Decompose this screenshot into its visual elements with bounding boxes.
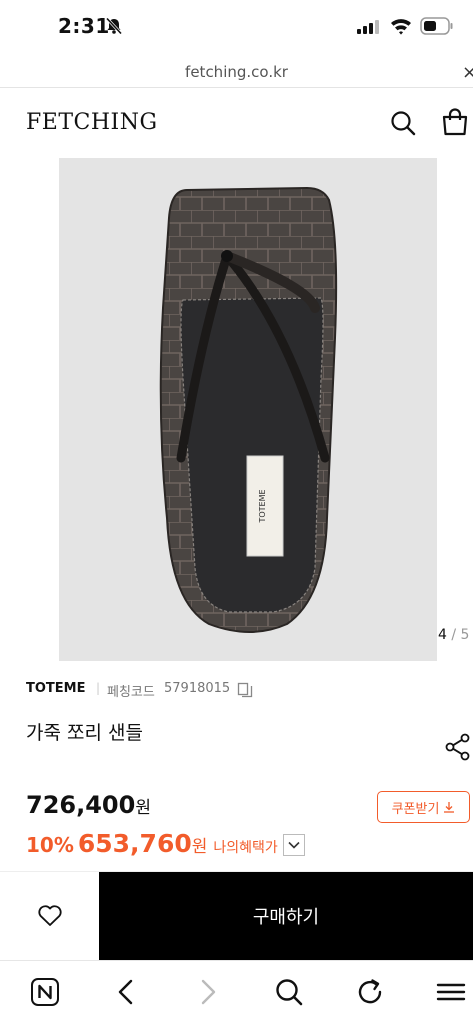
status-bar: 2:31 bbox=[0, 0, 473, 56]
cellular-signal-icon bbox=[357, 20, 379, 34]
chevron-down-icon bbox=[288, 841, 300, 849]
buy-button[interactable]: 구매하기 bbox=[99, 872, 473, 960]
search-icon[interactable] bbox=[390, 110, 416, 136]
sandal-illustration: TOTEME bbox=[159, 186, 338, 633]
image-counter-separator: / bbox=[446, 627, 461, 643]
url-text[interactable]: fetching.co.kr bbox=[0, 63, 473, 81]
product-code-value: 57918015 bbox=[164, 681, 231, 696]
original-price: 726,400원 bbox=[26, 791, 151, 819]
original-price-unit: 원 bbox=[135, 798, 151, 818]
bell-muted-icon bbox=[105, 17, 123, 35]
image-counter-current: 4 bbox=[438, 627, 447, 643]
coupon-button[interactable]: 쿠폰받기 bbox=[377, 791, 470, 823]
label-brand-text: TOTEME bbox=[258, 489, 267, 523]
brand-name[interactable]: TOTEME bbox=[26, 681, 85, 696]
brand-code-row: TOTEME | 페칭코드 57918015 bbox=[26, 681, 456, 701]
share-icon[interactable] bbox=[445, 733, 471, 761]
sale-price-row: 10% 653,760 원 나의혜택가 bbox=[26, 829, 278, 858]
product-image[interactable]: TOTEME bbox=[59, 158, 437, 661]
image-counter: 4 / 5 bbox=[438, 627, 469, 643]
original-price-value: 726,400 bbox=[26, 791, 136, 819]
product-title: 가죽 쪼리 샌들 bbox=[26, 722, 143, 744]
image-counter-total: 5 bbox=[460, 627, 470, 643]
benefit-expand-button[interactable] bbox=[283, 834, 305, 856]
heart-icon bbox=[37, 905, 62, 926]
separator: | bbox=[96, 681, 101, 695]
my-benefit-label: 나의혜택가 bbox=[213, 840, 278, 856]
status-time: 2:31 bbox=[58, 14, 110, 38]
browser-toolbar bbox=[0, 960, 473, 1024]
download-icon bbox=[444, 802, 455, 813]
battery-icon bbox=[420, 17, 453, 35]
purchase-bar: 구매하기 bbox=[0, 871, 473, 960]
menu-icon[interactable] bbox=[436, 977, 466, 1007]
product-code-label: 페칭코드 bbox=[107, 685, 155, 700]
coupon-button-label: 쿠폰받기 bbox=[391, 801, 440, 817]
copy-icon[interactable] bbox=[237, 682, 253, 698]
wishlist-button[interactable] bbox=[0, 872, 99, 960]
sale-price-unit: 원 bbox=[191, 837, 208, 857]
wifi-icon bbox=[391, 19, 411, 35]
site-header: FETCHING bbox=[0, 88, 473, 158]
search-icon[interactable] bbox=[274, 977, 304, 1007]
address-bar[interactable]: fetching.co.kr × bbox=[0, 56, 473, 88]
forward-arrow-icon[interactable] bbox=[192, 977, 222, 1007]
site-logo[interactable]: FETCHING bbox=[26, 110, 158, 135]
naver-home-icon[interactable] bbox=[30, 977, 60, 1007]
discount-rate: 10% bbox=[26, 833, 74, 857]
back-arrow-icon[interactable] bbox=[112, 977, 142, 1007]
close-tab-button[interactable]: × bbox=[462, 62, 473, 83]
sale-price-value: 653,760 bbox=[77, 829, 192, 858]
refresh-icon[interactable] bbox=[355, 977, 385, 1007]
shopping-bag-icon[interactable] bbox=[442, 108, 468, 136]
